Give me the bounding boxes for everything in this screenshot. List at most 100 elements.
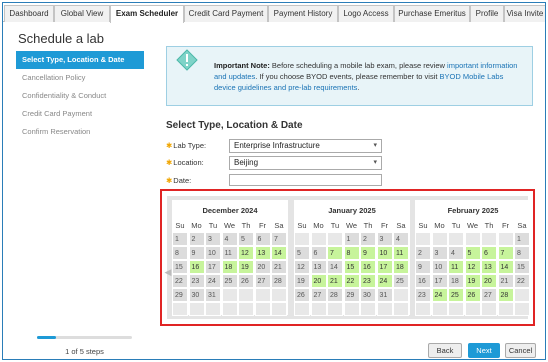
location-select[interactable]: Beijing ▾: [229, 156, 382, 170]
calendar-day: 27: [481, 288, 497, 302]
calendar-day-empty: [448, 232, 464, 246]
calendar-day-available[interactable]: 17: [376, 260, 393, 274]
calendar-day-empty: [271, 302, 287, 316]
tab-global-view[interactable]: Global View: [54, 5, 110, 22]
lab-type-label: ✱Lab Type:: [166, 139, 226, 153]
calendar-day-available[interactable]: 26: [464, 288, 481, 302]
calendar-day-empty: [376, 302, 393, 316]
note-text-2: . If you choose BYOD events, please reme…: [255, 72, 440, 81]
calendar-day-available[interactable]: 16: [360, 260, 376, 274]
calendar-day-available[interactable]: 20: [481, 274, 497, 288]
tab-visa-invite[interactable]: Visa Invite: [504, 5, 545, 22]
lab-type-select[interactable]: Enterprise Infrastructure ▾: [229, 139, 382, 153]
sidebar-item-cancellation-policy[interactable]: Cancellation Policy: [16, 69, 144, 87]
calendar-day-available[interactable]: 7: [327, 246, 343, 260]
calendar-day: 2: [188, 232, 205, 246]
tab-dashboard[interactable]: Dashboard: [4, 5, 54, 22]
tab-exam-scheduler[interactable]: Exam Scheduler: [110, 5, 184, 23]
calendar-day: 23: [188, 274, 205, 288]
calendar-day-empty: [497, 232, 514, 246]
calendar-day: 17: [205, 260, 221, 274]
lab-type-label-text: Lab Type:: [173, 141, 207, 150]
calendar-day-available[interactable]: 23: [360, 274, 376, 288]
calendar-day-available[interactable]: 19: [238, 260, 254, 274]
required-star-icon: ✱: [166, 158, 173, 167]
back-button[interactable]: Back: [428, 343, 462, 358]
calendar-day-available[interactable]: 24: [376, 274, 393, 288]
section-title: Select Type, Location & Date: [166, 120, 303, 131]
calendar-day-available[interactable]: 12: [464, 260, 481, 274]
calendar-day: 5: [294, 246, 310, 260]
tab-profile[interactable]: Profile: [470, 5, 504, 22]
calendar-day-empty: [431, 302, 448, 316]
calendar-day-empty: [481, 302, 497, 316]
weekday-header: Tu: [208, 221, 218, 230]
calendar-day-available[interactable]: 14: [271, 246, 287, 260]
tab-payment-history[interactable]: Payment History: [268, 5, 338, 22]
calendar-day-available[interactable]: 6: [481, 246, 497, 260]
weekday-header: Mo: [434, 221, 445, 230]
calendar-day: 28: [271, 274, 287, 288]
tab-credit-card-payment[interactable]: Credit Card Payment: [184, 5, 268, 22]
calendar-day-available[interactable]: 28: [497, 288, 514, 302]
calendar-day: 10: [431, 260, 448, 274]
calendar-day: 15: [514, 260, 530, 274]
sidebar-item-select-type[interactable]: Select Type, Location & Date: [16, 51, 144, 69]
calendar-day: 9: [188, 246, 205, 260]
calendar-day: 1: [514, 232, 530, 246]
calendar-day-available[interactable]: 16: [188, 260, 205, 274]
calendar-day-available[interactable]: 7: [497, 246, 514, 260]
calendar-day: 9: [415, 260, 431, 274]
weekday-header: Th: [363, 221, 373, 230]
calendar-day-available[interactable]: 11: [448, 260, 464, 274]
calendar-day-available[interactable]: 8: [343, 246, 360, 260]
calendar-day: 8: [514, 246, 530, 260]
calendar-day-available[interactable]: 14: [497, 260, 514, 274]
calendar-day: 3: [376, 232, 393, 246]
calendar-day-available[interactable]: 12: [238, 246, 254, 260]
calendar-day: 17: [431, 274, 448, 288]
month-title: February 2025: [447, 206, 499, 215]
calendar-day-available[interactable]: 18: [393, 260, 409, 274]
calendar-day-available[interactable]: 11: [393, 246, 409, 260]
important-note-text: Important Note: Before scheduling a mobi…: [214, 60, 526, 93]
calendar-day-available[interactable]: 21: [327, 274, 343, 288]
calendar-day-empty: [343, 302, 360, 316]
weekday-header: Su: [175, 221, 185, 230]
calendar-day-available[interactable]: 13: [254, 246, 271, 260]
sidebar-item-confidentiality[interactable]: Confidentiality & Conduct: [16, 87, 144, 105]
calendar-day-available[interactable]: 22: [343, 274, 360, 288]
date-input[interactable]: [229, 174, 382, 186]
calendar-day: 14: [327, 260, 343, 274]
next-button[interactable]: Next: [468, 343, 500, 358]
calendar-day-available[interactable]: 24: [431, 288, 448, 302]
date-label: ✱Date:: [166, 174, 226, 188]
calendar-day-available[interactable]: 25: [448, 288, 464, 302]
prev-month-arrow-icon[interactable]: ◀: [164, 266, 172, 278]
calendar-day-empty: [327, 232, 343, 246]
calendar-day: 18: [448, 274, 464, 288]
tab-logo-access[interactable]: Logo Access: [338, 5, 394, 22]
month-title: December 2024: [202, 206, 258, 215]
sidebar-item-confirm-reservation[interactable]: Confirm Reservation: [16, 123, 144, 141]
cancel-button[interactable]: Cancel: [505, 343, 536, 358]
calendar-day-available[interactable]: 9: [360, 246, 376, 260]
calendar-day: 4: [448, 246, 464, 260]
tab-purchase-emeritus[interactable]: Purchase Emeritus: [394, 5, 470, 22]
calendar-day-available[interactable]: 18: [221, 260, 238, 274]
calendar-day: 3: [205, 232, 221, 246]
warning-icon: [176, 49, 198, 71]
weekday-header: Fr: [501, 221, 510, 230]
calendar-day-available[interactable]: 15: [343, 260, 360, 274]
calendar-day: 1: [172, 232, 188, 246]
sidebar-item-credit-card-payment[interactable]: Credit Card Payment: [16, 105, 144, 123]
calendar-day-available[interactable]: 5: [464, 246, 481, 260]
calendar-day-available[interactable]: 20: [310, 274, 327, 288]
calendar-day-available[interactable]: 13: [481, 260, 497, 274]
weekday-header: We: [223, 221, 236, 230]
calendar-day-available[interactable]: 10: [376, 246, 393, 260]
calendar-day-available[interactable]: 19: [464, 274, 481, 288]
calendar-day-empty: [310, 232, 327, 246]
calendar-highlight-frame: ◀ ▶ December 2024SuMoTuWeThFrSa123456789…: [160, 189, 535, 326]
calendar-day: 6: [254, 232, 271, 246]
